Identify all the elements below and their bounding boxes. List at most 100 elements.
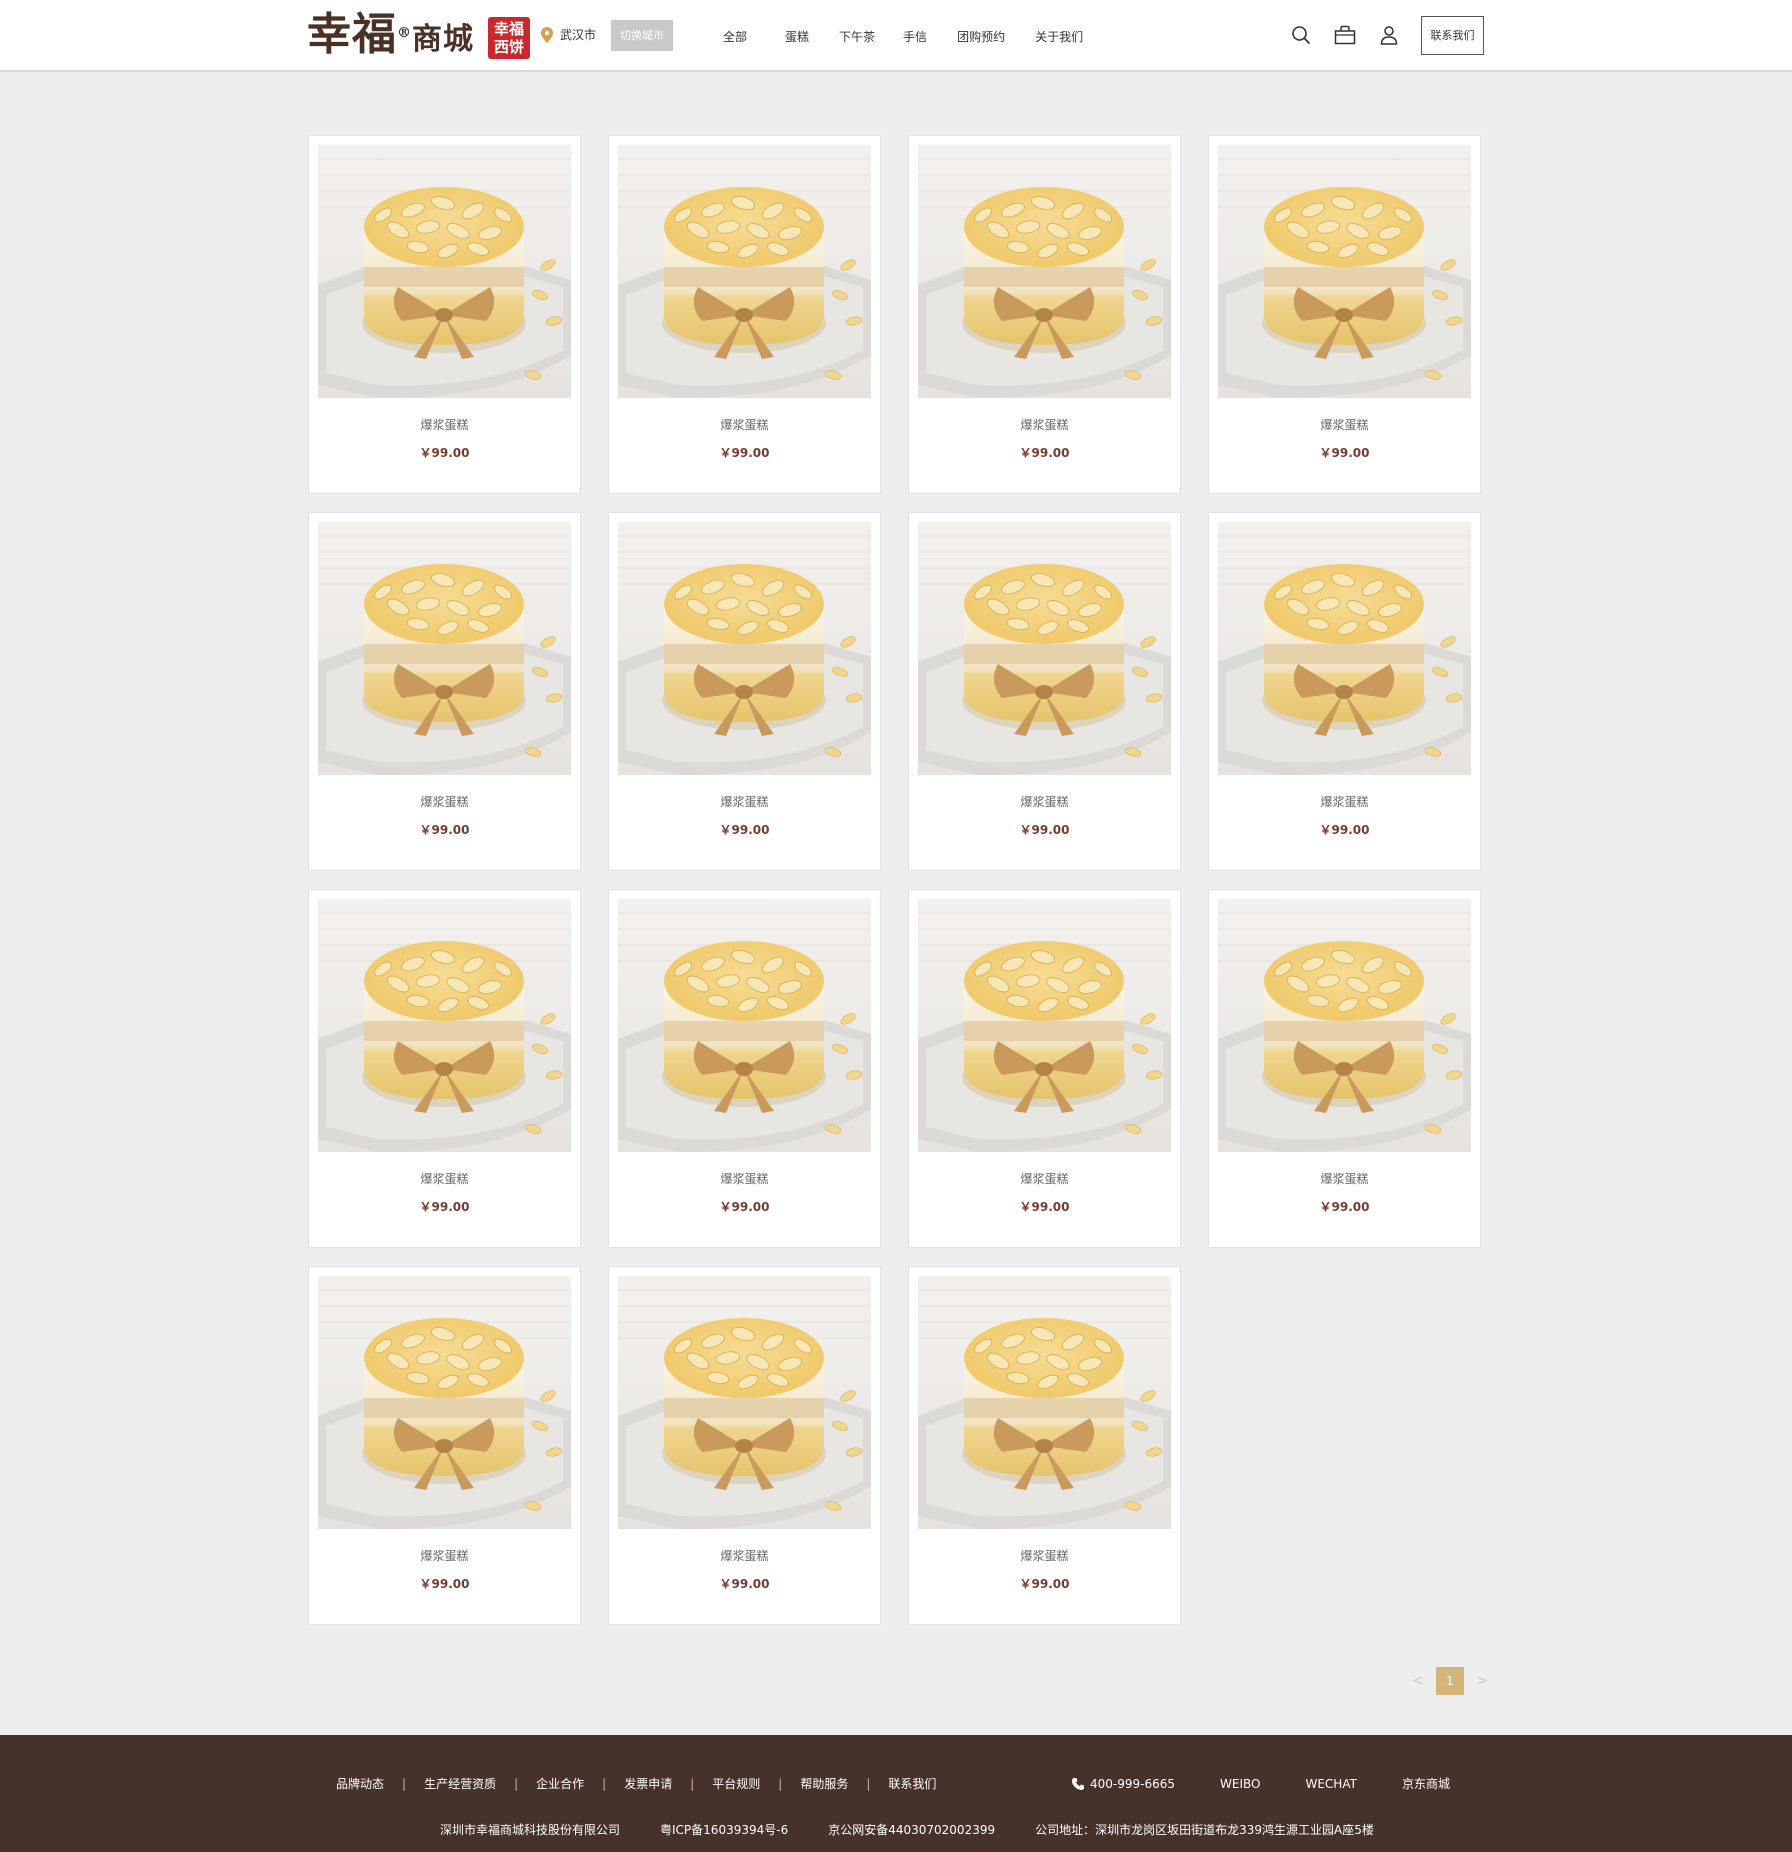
product-image[interactable]	[918, 145, 1171, 398]
nav-item-about[interactable]: 关于我们	[1035, 28, 1083, 45]
footer-link-qualifications[interactable]: 生产经营资质	[424, 1775, 496, 1792]
police-record[interactable]: 京公网安备44030702002399	[828, 1821, 995, 1838]
product-card[interactable]: 爆浆蛋糕 ￥99.00	[308, 512, 581, 871]
product-card[interactable]: 爆浆蛋糕 ￥99.00	[308, 889, 581, 1248]
product-image[interactable]	[318, 522, 571, 775]
product-image[interactable]	[1218, 899, 1471, 1152]
logo-seal: 幸福西饼	[488, 16, 530, 59]
nav-item-souvenir[interactable]: 手信	[903, 28, 927, 45]
site-footer: 品牌动态 | 生产经营资质 | 企业合作 | 发票申请 | 平台规则 | 帮助服务 | 联系…	[0, 1735, 1792, 1852]
product-card[interactable]: 爆浆蛋糕 ￥99.00	[908, 889, 1181, 1248]
product-card[interactable]: 爆浆蛋糕 ￥99.00	[608, 135, 881, 494]
contact-us-button[interactable]: 联系我们	[1421, 16, 1484, 55]
product-grid: 爆浆蛋糕 ￥99.00 爆浆蛋糕 ￥99.00 爆浆蛋糕 ￥99.00 爆浆蛋糕…	[308, 135, 1481, 1625]
nav-item-group-booking[interactable]: 团购预约	[957, 28, 1005, 45]
product-name[interactable]: 爆浆蛋糕	[909, 416, 1180, 433]
product-image[interactable]	[1218, 522, 1471, 775]
prev-page-button[interactable]: <	[1408, 1673, 1428, 1689]
divider: |	[602, 1776, 607, 1791]
footer-link-rules[interactable]: 平台规则	[712, 1775, 760, 1792]
product-name[interactable]: 爆浆蛋糕	[1209, 416, 1480, 433]
footer-weibo-link[interactable]: WEIBO	[1220, 1777, 1260, 1791]
footer-link-contact[interactable]: 联系我们	[888, 1775, 936, 1792]
current-location: 武汉市	[541, 26, 596, 43]
product-card[interactable]: 爆浆蛋糕 ￥99.00	[308, 1266, 581, 1625]
footer-links: 品牌动态 | 生产经营资质 | 企业合作 | 发票申请 | 平台规则 | 帮助服务 | 联系…	[336, 1775, 936, 1792]
nav-item-all[interactable]: 全部	[723, 28, 747, 45]
product-name[interactable]: 爆浆蛋糕	[1209, 1170, 1480, 1187]
icp-number[interactable]: 粤ICP备16039394号-6	[660, 1821, 788, 1838]
product-image[interactable]	[318, 899, 571, 1152]
header-icons	[1290, 24, 1422, 46]
product-image[interactable]	[918, 1276, 1171, 1529]
product-price: ￥99.00	[719, 823, 770, 837]
footer-link-brand-news[interactable]: 品牌动态	[336, 1775, 384, 1792]
location-pin-icon	[541, 26, 553, 43]
footer-legal: 深圳市幸福商城科技股份有限公司 粤ICP备16039394号-6 京公网安备44…	[440, 1821, 1374, 1838]
product-name[interactable]: 爆浆蛋糕	[609, 793, 880, 810]
product-price: ￥99.00	[1019, 1577, 1070, 1591]
divider: |	[514, 1776, 519, 1791]
divider: |	[778, 1776, 783, 1791]
footer-link-invoice[interactable]: 发票申请	[624, 1775, 672, 1792]
product-card[interactable]: 爆浆蛋糕 ￥99.00	[608, 1266, 881, 1625]
divider: |	[690, 1776, 695, 1791]
product-price: ￥99.00	[419, 1577, 470, 1591]
footer-phone[interactable]: 400-999-6665	[1071, 1777, 1175, 1791]
product-name[interactable]: 爆浆蛋糕	[609, 1547, 880, 1564]
product-image[interactable]	[618, 1276, 871, 1529]
product-card[interactable]: 爆浆蛋糕 ￥99.00	[608, 889, 881, 1248]
next-page-button[interactable]: >	[1472, 1673, 1492, 1689]
product-name[interactable]: 爆浆蛋糕	[309, 1170, 580, 1187]
product-price: ￥99.00	[1019, 1200, 1070, 1214]
product-card[interactable]: 爆浆蛋糕 ￥99.00	[908, 512, 1181, 871]
product-card[interactable]: 爆浆蛋糕 ￥99.00	[908, 135, 1181, 494]
product-image[interactable]	[1218, 145, 1471, 398]
product-image[interactable]	[618, 899, 871, 1152]
product-name[interactable]: 爆浆蛋糕	[609, 1170, 880, 1187]
product-price: ￥99.00	[719, 1577, 770, 1591]
product-image[interactable]	[318, 1276, 571, 1529]
site-logo[interactable]: 幸福®商城 幸福西饼	[307, 13, 530, 62]
product-name[interactable]: 爆浆蛋糕	[309, 793, 580, 810]
product-card[interactable]: 爆浆蛋糕 ￥99.00	[1208, 512, 1481, 871]
product-image[interactable]	[918, 899, 1171, 1152]
product-price: ￥99.00	[719, 1200, 770, 1214]
product-name[interactable]: 爆浆蛋糕	[609, 416, 880, 433]
product-card[interactable]: 爆浆蛋糕 ￥99.00	[908, 1266, 1181, 1625]
product-name[interactable]: 爆浆蛋糕	[909, 793, 1180, 810]
nav-item-afternoon-tea[interactable]: 下午茶	[839, 28, 875, 45]
product-name[interactable]: 爆浆蛋糕	[909, 1170, 1180, 1187]
page-number-current[interactable]: 1	[1436, 1667, 1464, 1695]
product-price: ￥99.00	[419, 823, 470, 837]
product-price: ￥99.00	[1319, 446, 1370, 460]
phone-icon	[1072, 1777, 1084, 1790]
product-price: ￥99.00	[419, 1200, 470, 1214]
nav-item-cake[interactable]: 蛋糕	[785, 28, 809, 45]
switch-city-button[interactable]: 切换城市	[611, 20, 673, 51]
company-address: 公司地址：深圳市龙岗区坂田街道布龙339鸿生源工业园A座5楼	[1035, 1823, 1374, 1837]
product-name[interactable]: 爆浆蛋糕	[1209, 793, 1480, 810]
product-image[interactable]	[918, 522, 1171, 775]
footer-link-cooperation[interactable]: 企业合作	[536, 1775, 584, 1792]
footer-wechat-link[interactable]: WECHAT	[1305, 1777, 1356, 1791]
product-name[interactable]: 爆浆蛋糕	[309, 1547, 580, 1564]
footer-link-help[interactable]: 帮助服务	[800, 1775, 848, 1792]
product-image[interactable]	[618, 522, 871, 775]
footer-jd-link[interactable]: 京东商城	[1402, 1775, 1450, 1792]
product-card[interactable]: 爆浆蛋糕 ￥99.00	[308, 135, 581, 494]
logo-wordmark: 幸福®商城	[307, 9, 474, 60]
product-name[interactable]: 爆浆蛋糕	[909, 1547, 1180, 1564]
bag-icon[interactable]	[1334, 24, 1356, 46]
divider: |	[402, 1776, 407, 1791]
search-icon[interactable]	[1290, 24, 1312, 46]
user-icon[interactable]	[1378, 24, 1400, 46]
product-card[interactable]: 爆浆蛋糕 ￥99.00	[1208, 889, 1481, 1248]
product-card[interactable]: 爆浆蛋糕 ￥99.00	[608, 512, 881, 871]
main-nav: 全部 蛋糕 下午茶 手信 团购预约 关于我们	[723, 0, 1113, 72]
product-name[interactable]: 爆浆蛋糕	[309, 416, 580, 433]
footer-social: 400-999-6665 WEIBO WECHAT 京东商城	[1071, 1775, 1450, 1792]
product-image[interactable]	[318, 145, 571, 398]
product-image[interactable]	[618, 145, 871, 398]
product-card[interactable]: 爆浆蛋糕 ￥99.00	[1208, 135, 1481, 494]
